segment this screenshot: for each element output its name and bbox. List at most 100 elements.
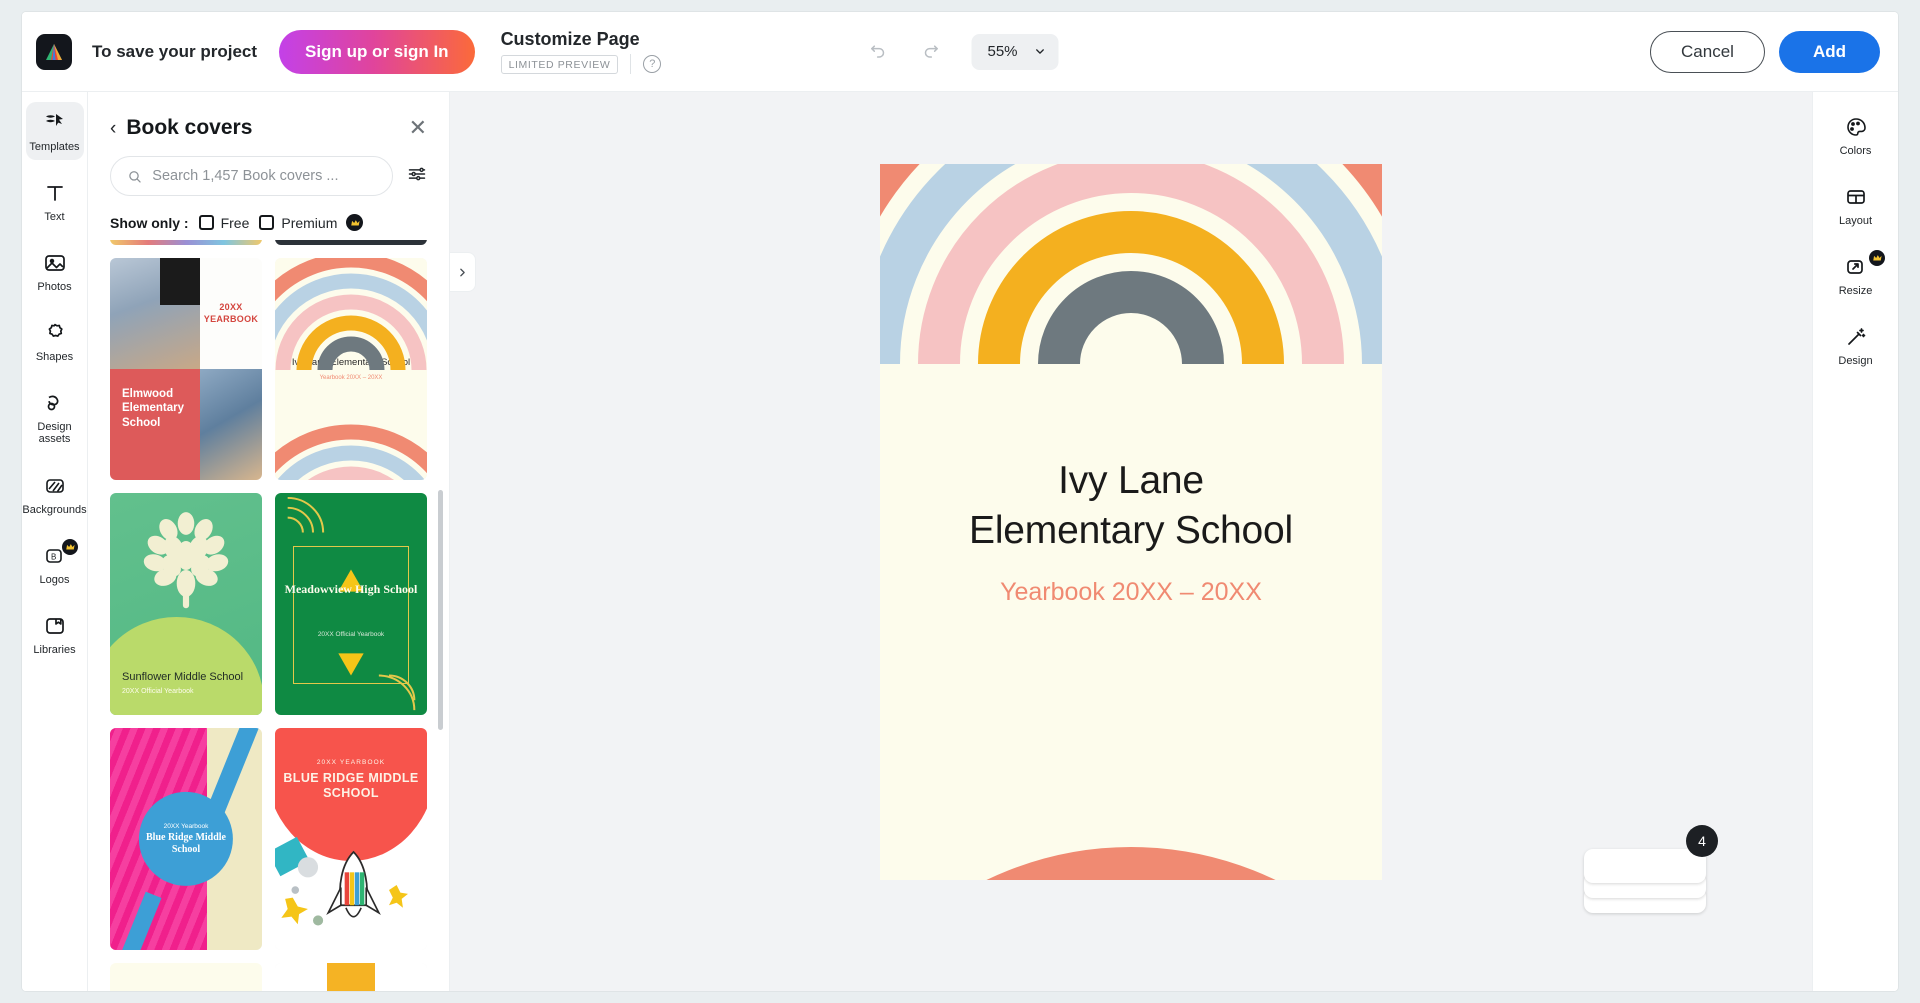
template-card[interactable]: Ivy Lane Elementary School Yearbook 20XX… [275,258,427,480]
crown-icon [346,214,364,231]
template-title: Meadowview High School [284,581,418,596]
template-subtitle: 20XX Official Yearbook [317,630,385,638]
filter-free-checkbox[interactable]: Free [198,214,250,231]
zoom-select[interactable]: 55% [971,33,1059,70]
page-count-badge: 4 [1686,825,1718,857]
left-sidebar: Templates Text Photos Shapes Design asse… [22,92,88,991]
template-photo [199,369,262,480]
sidebar-item-label: Design [1838,355,1873,368]
topbar-actions: Cancel Add [1650,30,1880,73]
sidebar-item-design-assets[interactable]: Design assets [26,382,84,452]
filters-row: Show only : Free Premium [88,196,449,241]
design-title-line2: Elementary School [969,508,1293,552]
templates-icon [45,114,63,126]
canvas-area[interactable]: Ivy Lane Elementary School Yearbook 20XX… [450,92,1812,991]
app-logo-icon[interactable] [36,33,72,70]
template-card[interactable]: Meadowview High School 20XX Official Yea… [275,493,427,715]
templates-grid-scroll[interactable]: 20XX YEARBOOK Elmwood Elementary School [88,240,449,991]
rainbow-arcs-bottom-icon [986,847,1276,880]
search-input[interactable] [152,168,376,184]
divider [630,54,632,74]
sidebar-item-backgrounds[interactable]: Backgrounds [22,465,87,523]
libraries-icon [45,617,64,634]
template-subtitle: 20XX Yearbook [163,822,209,830]
signup-button[interactable]: Sign up or sign In [279,29,475,74]
checkbox-box [198,215,214,230]
right-sidebar: Colors Layout Resize Design [1812,92,1898,991]
sidebar-item-label: Photos [37,281,72,294]
panel-expand-button[interactable] [450,252,476,292]
design-assets-icon [47,395,58,411]
template-card[interactable] [275,240,427,245]
filter-free-label: Free [220,214,250,231]
app-window: To save your project Sign up or sign In … [22,12,1898,991]
rainbow-arcs-icon [275,258,427,370]
sidebar-item-label: Shapes [35,351,74,364]
save-prompt-text: To save your project [92,41,258,61]
templates-grid: 20XX YEARBOOK Elmwood Elementary School [110,240,427,991]
sidebar-item-shapes[interactable]: Shapes [26,312,84,370]
template-title: Elmwood Elementary School [110,369,200,480]
chevron-down-icon [1036,49,1044,54]
sidebar-item-label: Templates [29,141,80,153]
template-photo [110,258,200,369]
sidebar-item-photos[interactable]: Photos [26,242,84,300]
sidebar-item-layout[interactable]: Layout [1821,176,1891,234]
template-card[interactable] [275,963,427,991]
document-info: Customize Page LIMITED PREVIEW ? [500,29,662,74]
text-icon [46,186,63,201]
sidebar-item-label: Layout [1838,215,1873,228]
close-icon[interactable]: ✕ [409,117,427,139]
search-input-wrapper[interactable] [110,156,393,196]
sidebar-item-text[interactable]: Text [26,172,84,230]
panel-title: Book covers [126,116,253,139]
sidebar-item-logos[interactable]: B Logos [26,535,84,593]
template-card[interactable]: 20XX YEARBOOK BLUE RIDGE MIDDLE SCHOOL [275,728,427,950]
photos-icon [44,255,65,272]
template-card[interactable] [110,963,262,991]
cancel-button[interactable]: Cancel [1650,30,1765,73]
sidebar-item-libraries[interactable]: Libraries [26,605,84,663]
template-card[interactable]: 20XX Yearbook Blue Ridge Middle School [110,728,262,950]
show-only-label: Show only : [110,214,189,231]
rainbow-arcs-top-icon [880,164,1382,364]
redo-icon[interactable] [913,35,947,69]
undo-icon[interactable] [861,35,895,69]
shapes-icon [48,324,63,338]
chevron-right-icon [460,268,465,276]
add-button[interactable]: Add [1778,30,1880,73]
template-title: Sunflower Middle School [122,671,244,684]
zoom-value: 55% [987,43,1018,60]
crown-icon [1868,250,1885,267]
pages-stack[interactable]: 4 [1584,825,1718,913]
top-toolbar: To save your project Sign up or sign In … [22,12,1898,92]
panel-scrollbar[interactable] [438,490,443,730]
filter-sliders-icon[interactable] [407,164,427,189]
sidebar-item-label: Colors [1839,145,1872,157]
sidebar-item-label: Resize [1838,285,1873,298]
resize-icon [1846,260,1863,275]
help-icon[interactable]: ? [643,55,662,73]
template-title: BLUE RIDGE MIDDLE SCHOOL [283,771,419,800]
page-sheet [1584,849,1706,883]
sidebar-item-label: Logos [39,573,70,586]
magic-wand-icon [1847,328,1865,346]
template-badge: 20XX YEARBOOK [316,759,386,767]
design-title-line1: Ivy Lane [1058,459,1204,502]
filter-premium-checkbox[interactable]: Premium [259,214,364,231]
template-card[interactable]: Sunflower Middle School 20XX Official Ye… [110,493,262,715]
sidebar-item-design[interactable]: Design [1821,316,1891,374]
panel-back-button[interactable]: ‹ Book covers [110,116,252,140]
design-title: Ivy Lane Elementary School [880,456,1382,556]
design-subtitle: Yearbook 20XX – 20XX [1000,578,1262,606]
template-card[interactable] [110,240,262,245]
template-badge: 20XX YEARBOOK [199,258,262,369]
palette-icon [1846,118,1866,136]
sidebar-item-colors[interactable]: Colors [1821,106,1891,164]
layout-icon [1846,190,1865,204]
sidebar-item-label: Text [44,211,65,224]
sidebar-item-templates[interactable]: Templates [25,102,84,161]
design-page[interactable]: Ivy Lane Elementary School Yearbook 20XX… [880,164,1382,880]
sidebar-item-resize[interactable]: Resize [1821,246,1891,304]
template-card[interactable]: 20XX YEARBOOK Elmwood Elementary School [110,258,262,480]
